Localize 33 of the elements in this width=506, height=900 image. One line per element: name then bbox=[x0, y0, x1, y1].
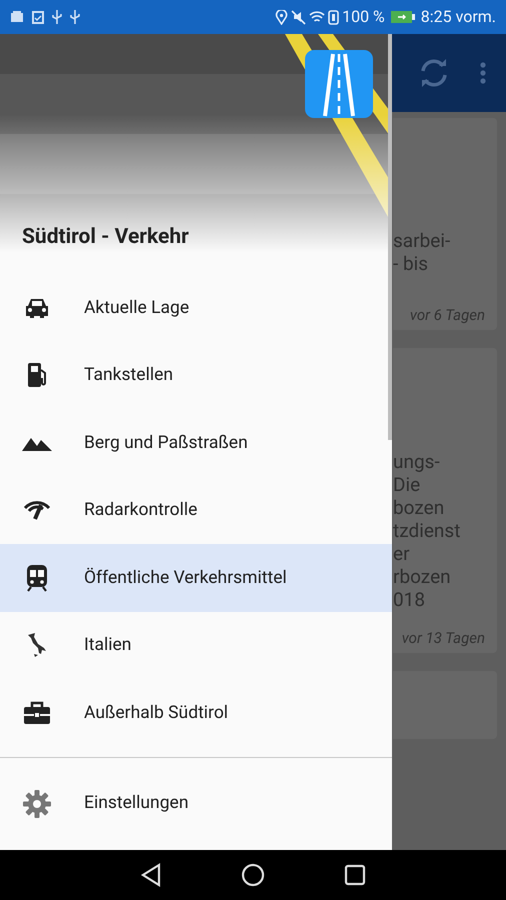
card-text: rbozen bbox=[393, 565, 452, 588]
sim-icon bbox=[328, 10, 340, 24]
card-text: bozen bbox=[393, 496, 446, 519]
more-options-icon[interactable] bbox=[480, 62, 486, 84]
mute-icon bbox=[291, 10, 306, 24]
card-text: Die bbox=[393, 473, 422, 496]
app-logo bbox=[305, 50, 373, 118]
checklist-icon bbox=[32, 10, 44, 24]
card-text: ungs- bbox=[393, 450, 441, 473]
card-text: er bbox=[393, 542, 411, 565]
card-text: - bis bbox=[393, 252, 430, 275]
recents-icon[interactable] bbox=[344, 864, 366, 886]
battery-icon bbox=[390, 11, 415, 23]
train-icon bbox=[25, 564, 49, 592]
radar-icon bbox=[22, 499, 52, 522]
drawer-title: Südtirol - Verkehr bbox=[22, 224, 189, 251]
card-text: 018 bbox=[393, 588, 426, 611]
card-text: sarbei- bbox=[393, 229, 452, 252]
status-time: 8:25 vorm. bbox=[420, 6, 496, 28]
notification-icon bbox=[10, 11, 24, 23]
briefcase-icon bbox=[23, 700, 51, 725]
home-icon[interactable] bbox=[240, 863, 265, 887]
usb-icon bbox=[70, 10, 80, 24]
location-icon bbox=[275, 10, 288, 24]
usb-icon bbox=[52, 10, 62, 24]
battery-percentage: 100 % bbox=[342, 6, 385, 28]
card-text: tzdienst bbox=[393, 519, 462, 542]
country-outline-icon bbox=[26, 632, 48, 658]
wifi-icon bbox=[309, 10, 326, 24]
drawer-item[interactable]: Öffentliche Verkehrsmittel bbox=[0, 544, 392, 612]
fuel-pump-icon bbox=[26, 362, 48, 388]
car-icon bbox=[24, 296, 50, 319]
back-icon[interactable] bbox=[140, 863, 162, 887]
